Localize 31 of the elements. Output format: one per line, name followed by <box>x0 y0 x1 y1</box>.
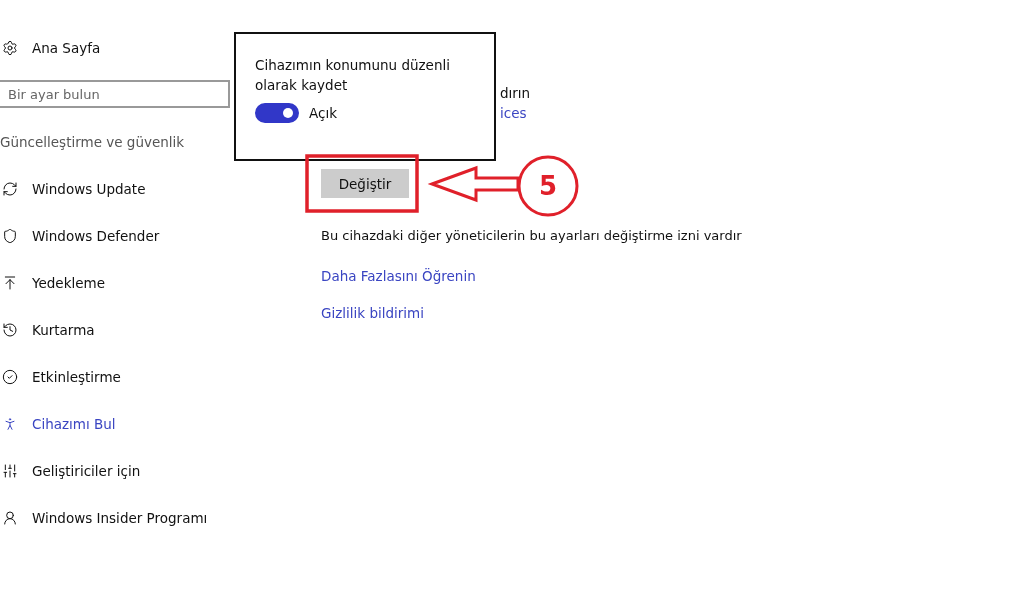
sidebar-item[interactable]: Cihazımı Bul <box>32 415 116 432</box>
section-title: Güncelleştirme ve güvenlik <box>0 133 186 152</box>
sidebar-item[interactable]: Geliştiriciler için <box>32 462 141 479</box>
toggle-switch[interactable] <box>255 103 299 123</box>
setting-description: dırın <box>500 84 531 103</box>
sidebar-item[interactable]: Etkinleştirme <box>32 368 121 385</box>
sidebar-item[interactable]: Windows Insider Programı <box>32 509 208 526</box>
sidebar-item[interactable]: Kurtarma <box>32 321 95 338</box>
shield-icon <box>2 227 18 244</box>
settings-icon <box>2 40 18 56</box>
sidebar-item[interactable]: Windows Update <box>32 180 146 197</box>
change-button[interactable]: Değiştir <box>321 169 409 198</box>
info-link[interactable]: Daha Fazlasını Öğrenin <box>321 268 476 284</box>
sidebar-item[interactable]: Windows Defender <box>32 227 160 244</box>
refresh-icon <box>2 180 18 197</box>
permission-note: Bu cihazdaki diğer yöneticilerin bu ayarları değiştirme izni vardır <box>321 228 742 243</box>
upload-icon <box>2 274 18 291</box>
user-icon <box>2 509 18 526</box>
info-link[interactable]: Gizlilik bildirimi <box>321 305 476 321</box>
toggle-label: Açık <box>309 105 337 121</box>
person-icon <box>2 415 18 432</box>
sliders-icon <box>2 462 18 479</box>
sidebar-item[interactable]: Yedekleme <box>32 274 105 291</box>
step-number: 5 <box>538 171 558 201</box>
step-circle <box>517 155 579 217</box>
settings-link[interactable]: ices <box>500 103 527 123</box>
home-link[interactable]: Ana Sayfa <box>32 40 101 56</box>
popup-title: Cihazımın konumunu düzenli olarak kaydet <box>255 56 451 95</box>
history-icon <box>2 321 18 338</box>
search-field[interactable]: Bir ayar bulun <box>0 80 230 108</box>
check-circle-icon <box>2 368 18 385</box>
